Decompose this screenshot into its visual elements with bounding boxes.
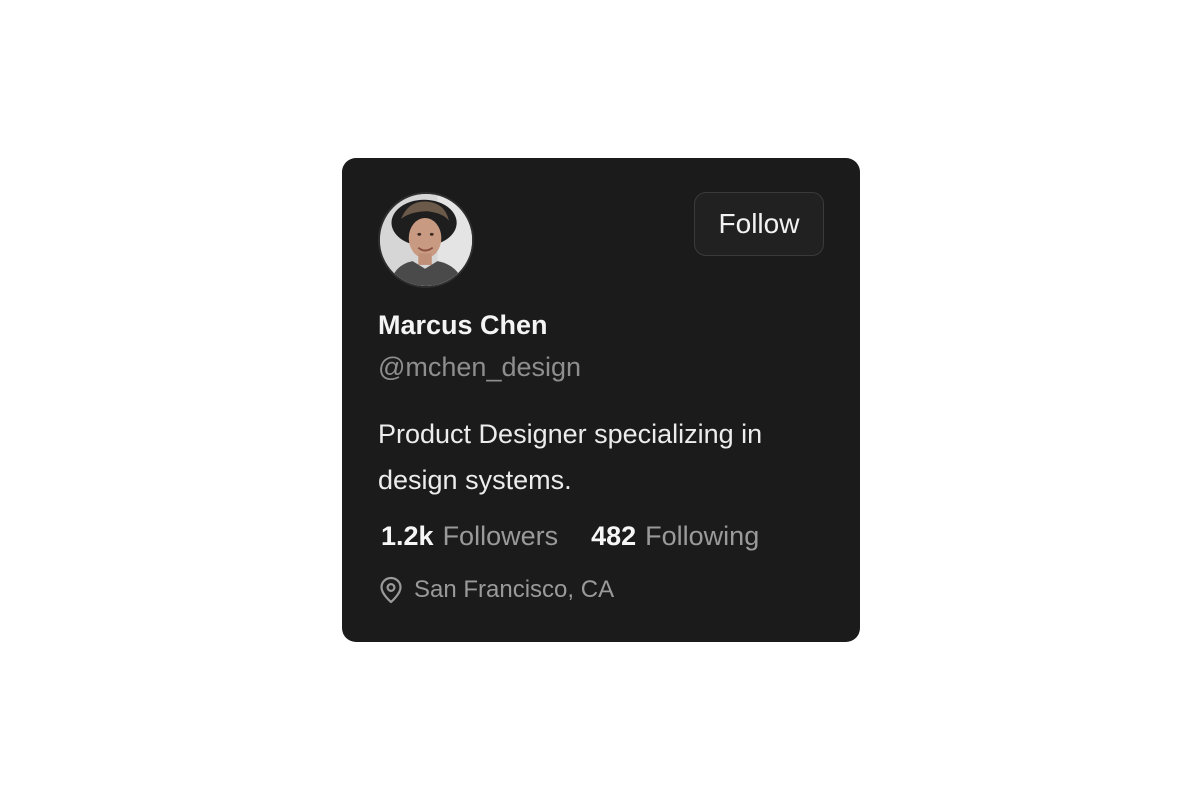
followers-stat[interactable]: 1.2k Followers [381, 519, 558, 553]
following-stat[interactable]: 482 Following [591, 519, 759, 553]
followers-count: 1.2k [381, 521, 434, 551]
avatar[interactable] [378, 192, 474, 288]
profile-stats: 1.2k Followers 482 Following [378, 519, 824, 553]
following-label: Following [645, 521, 760, 551]
profile-header: Follow [378, 192, 824, 288]
profile-card: Follow Marcus Chen @mchen_design Product… [342, 158, 860, 642]
avatar-photo [380, 194, 472, 286]
location-label: San Francisco, CA [414, 576, 615, 603]
map-pin-icon [380, 576, 402, 604]
profile-bio: Product Designer specializing in design … [378, 419, 763, 495]
following-count: 482 [591, 521, 637, 551]
profile-name: Marcus Chen [378, 310, 548, 340]
profile-location: San Francisco, CA [378, 575, 824, 605]
followers-label: Followers [442, 521, 559, 551]
profile-handle[interactable]: @mchen_design [378, 350, 824, 384]
follow-button[interactable]: Follow [694, 192, 824, 256]
